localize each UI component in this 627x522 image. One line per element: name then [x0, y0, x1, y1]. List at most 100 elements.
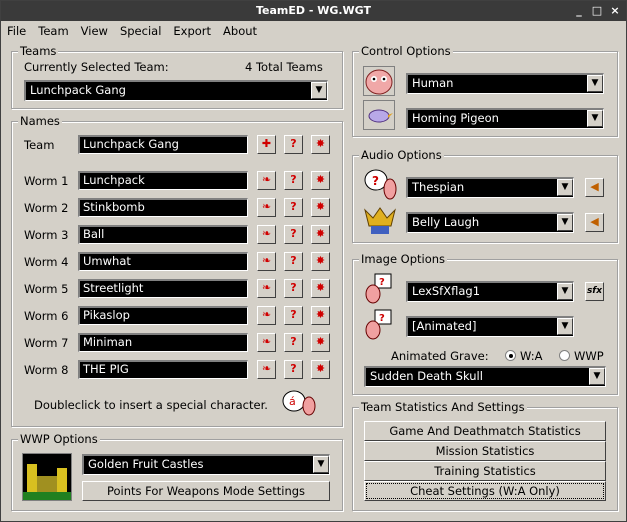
- worm-head-icon: ❧: [261, 308, 272, 321]
- training-stats-button[interactable]: Training Statistics: [364, 461, 606, 481]
- menu-special[interactable]: Special: [114, 21, 167, 41]
- player-select[interactable]: Human ▼: [406, 73, 604, 94]
- worm-default-button[interactable]: ✸: [311, 279, 330, 298]
- worm-label: Worm 1: [24, 174, 69, 188]
- chevron-down-icon[interactable]: ▼: [311, 82, 327, 99]
- victory-select[interactable]: Belly Laugh ▼: [406, 212, 574, 233]
- voice-select[interactable]: Thespian ▼: [406, 177, 574, 198]
- worm-default-button[interactable]: ✸: [311, 360, 330, 379]
- game-stats-button[interactable]: Game And Deathmatch Statistics: [364, 421, 606, 441]
- worm-random-button[interactable]: ?: [284, 252, 303, 271]
- worm-default-button[interactable]: ✸: [311, 252, 330, 271]
- worm-special-button[interactable]: ❧: [257, 279, 276, 298]
- worm-random-button[interactable]: ?: [284, 306, 303, 325]
- pigeon-icon: [363, 100, 395, 130]
- worm-name-field[interactable]: Lunchpack: [78, 171, 248, 190]
- speaker-icon: ◀: [590, 215, 599, 228]
- flag-select[interactable]: LexSfXflag1 ▼: [406, 281, 574, 302]
- play-voice-button[interactable]: ◀: [585, 178, 604, 197]
- menu-about[interactable]: About: [217, 21, 263, 41]
- question-icon: ?: [290, 173, 297, 186]
- audio-group-title: Audio Options: [359, 148, 444, 162]
- worm-name-field[interactable]: Miniman: [78, 333, 248, 352]
- worm-special-button[interactable]: ❧: [257, 360, 276, 379]
- stamp-icon: ✸: [315, 281, 326, 294]
- worm-random-button[interactable]: ?: [284, 360, 303, 379]
- play-victory-button[interactable]: ◀: [585, 213, 604, 232]
- chevron-down-icon[interactable]: ▼: [557, 318, 573, 335]
- cheat-settings-button[interactable]: Cheat Settings (W:A Only): [364, 481, 606, 501]
- worm-special-button[interactable]: ❧: [257, 333, 276, 352]
- worm-special-button[interactable]: ❧: [257, 306, 276, 325]
- worm-name-field[interactable]: Stinkbomb: [78, 198, 248, 217]
- menu-export[interactable]: Export: [167, 21, 217, 41]
- names-group-title: Names: [18, 114, 62, 128]
- speaker-icon: ◀: [590, 180, 599, 193]
- radio-wa-label: W:A: [520, 349, 543, 363]
- special-char-icon[interactable]: á: [282, 388, 316, 416]
- fort-select[interactable]: Golden Fruit Castles ▼: [82, 454, 330, 475]
- stamp-icon: ✸: [315, 335, 326, 348]
- worm-head-icon: ❧: [261, 200, 272, 213]
- points-weapons-button[interactable]: Points For Weapons Mode Settings: [82, 481, 330, 501]
- team-random-button[interactable]: ?: [284, 135, 303, 154]
- menu-team[interactable]: Team: [32, 21, 74, 41]
- worm-label: Worm 8: [24, 363, 69, 377]
- worm-name-field[interactable]: THE PIG: [78, 360, 248, 379]
- chevron-down-icon[interactable]: ▼: [587, 75, 603, 92]
- worm-random-button[interactable]: ?: [284, 279, 303, 298]
- worm-default-button[interactable]: ✸: [311, 225, 330, 244]
- worm-name-field[interactable]: Pikaslop: [78, 306, 248, 325]
- team-select[interactable]: Lunchpack Gang ▼: [24, 80, 328, 101]
- fanfare-select[interactable]: Sudden Death Skull ▼: [364, 366, 606, 387]
- worm-default-button[interactable]: ✸: [311, 198, 330, 217]
- worm-name-field[interactable]: Umwhat: [78, 252, 248, 271]
- worm-random-button[interactable]: ?: [284, 333, 303, 352]
- question-icon: ?: [290, 254, 297, 267]
- stamp-icon: ✸: [315, 200, 326, 213]
- menu-view[interactable]: View: [75, 21, 114, 41]
- audio-group: Audio Options ? Thespian ▼ ◀ Belly Laugh…: [352, 148, 618, 243]
- animated-grave-label: Animated Grave:: [391, 349, 489, 363]
- chevron-down-icon[interactable]: ▼: [557, 214, 573, 231]
- radio-wa[interactable]: W:A: [505, 349, 542, 363]
- worm-label: Worm 7: [24, 336, 69, 350]
- chevron-down-icon[interactable]: ▼: [557, 179, 573, 196]
- worm-name-field[interactable]: Ball: [78, 225, 248, 244]
- speech-worm-icon: ?: [363, 168, 397, 200]
- menu-file[interactable]: File: [1, 21, 32, 41]
- worm-special-button[interactable]: ❧: [257, 198, 276, 217]
- chevron-down-icon[interactable]: ▼: [587, 110, 603, 127]
- radio-wwp[interactable]: WWP: [559, 349, 604, 363]
- maximize-button[interactable]: □: [590, 4, 604, 18]
- worm-default-button[interactable]: ✸: [311, 333, 330, 352]
- grave-select[interactable]: [Animated] ▼: [406, 316, 574, 337]
- worm-random-button[interactable]: ?: [284, 198, 303, 217]
- worm-head-icon: ❧: [261, 335, 272, 348]
- worm-special-button[interactable]: ❧: [257, 252, 276, 271]
- sfx-button[interactable]: sfx: [585, 282, 604, 301]
- total-teams-label: 4 Total Teams: [245, 60, 323, 74]
- worm-default-button[interactable]: ✸: [311, 171, 330, 190]
- chevron-down-icon[interactable]: ▼: [313, 456, 329, 473]
- question-icon: ?: [290, 308, 297, 321]
- worm-special-button[interactable]: ❧: [257, 225, 276, 244]
- chevron-down-icon[interactable]: ▼: [589, 368, 605, 385]
- worm-random-button[interactable]: ?: [284, 171, 303, 190]
- worm-default-button[interactable]: ✸: [311, 306, 330, 325]
- mission-stats-button[interactable]: Mission Statistics: [364, 441, 606, 461]
- radio-wa-circle[interactable]: [505, 350, 516, 361]
- team-special-button[interactable]: ✚: [257, 135, 276, 154]
- team-default-button[interactable]: ✸: [311, 135, 330, 154]
- worm-random-button[interactable]: ?: [284, 225, 303, 244]
- radio-wwp-circle[interactable]: [559, 350, 570, 361]
- weapon-select[interactable]: Homing Pigeon ▼: [406, 108, 604, 129]
- close-button[interactable]: ×: [608, 4, 622, 18]
- team-name-field[interactable]: Lunchpack Gang: [78, 135, 248, 154]
- chevron-down-icon[interactable]: ▼: [557, 283, 573, 300]
- minimize-button[interactable]: _: [572, 4, 586, 18]
- worm-special-button[interactable]: ❧: [257, 171, 276, 190]
- player-select-value: Human: [412, 76, 454, 90]
- worm-name-field[interactable]: Streetlight: [78, 279, 248, 298]
- flag-select-value: LexSfXflag1: [412, 284, 481, 298]
